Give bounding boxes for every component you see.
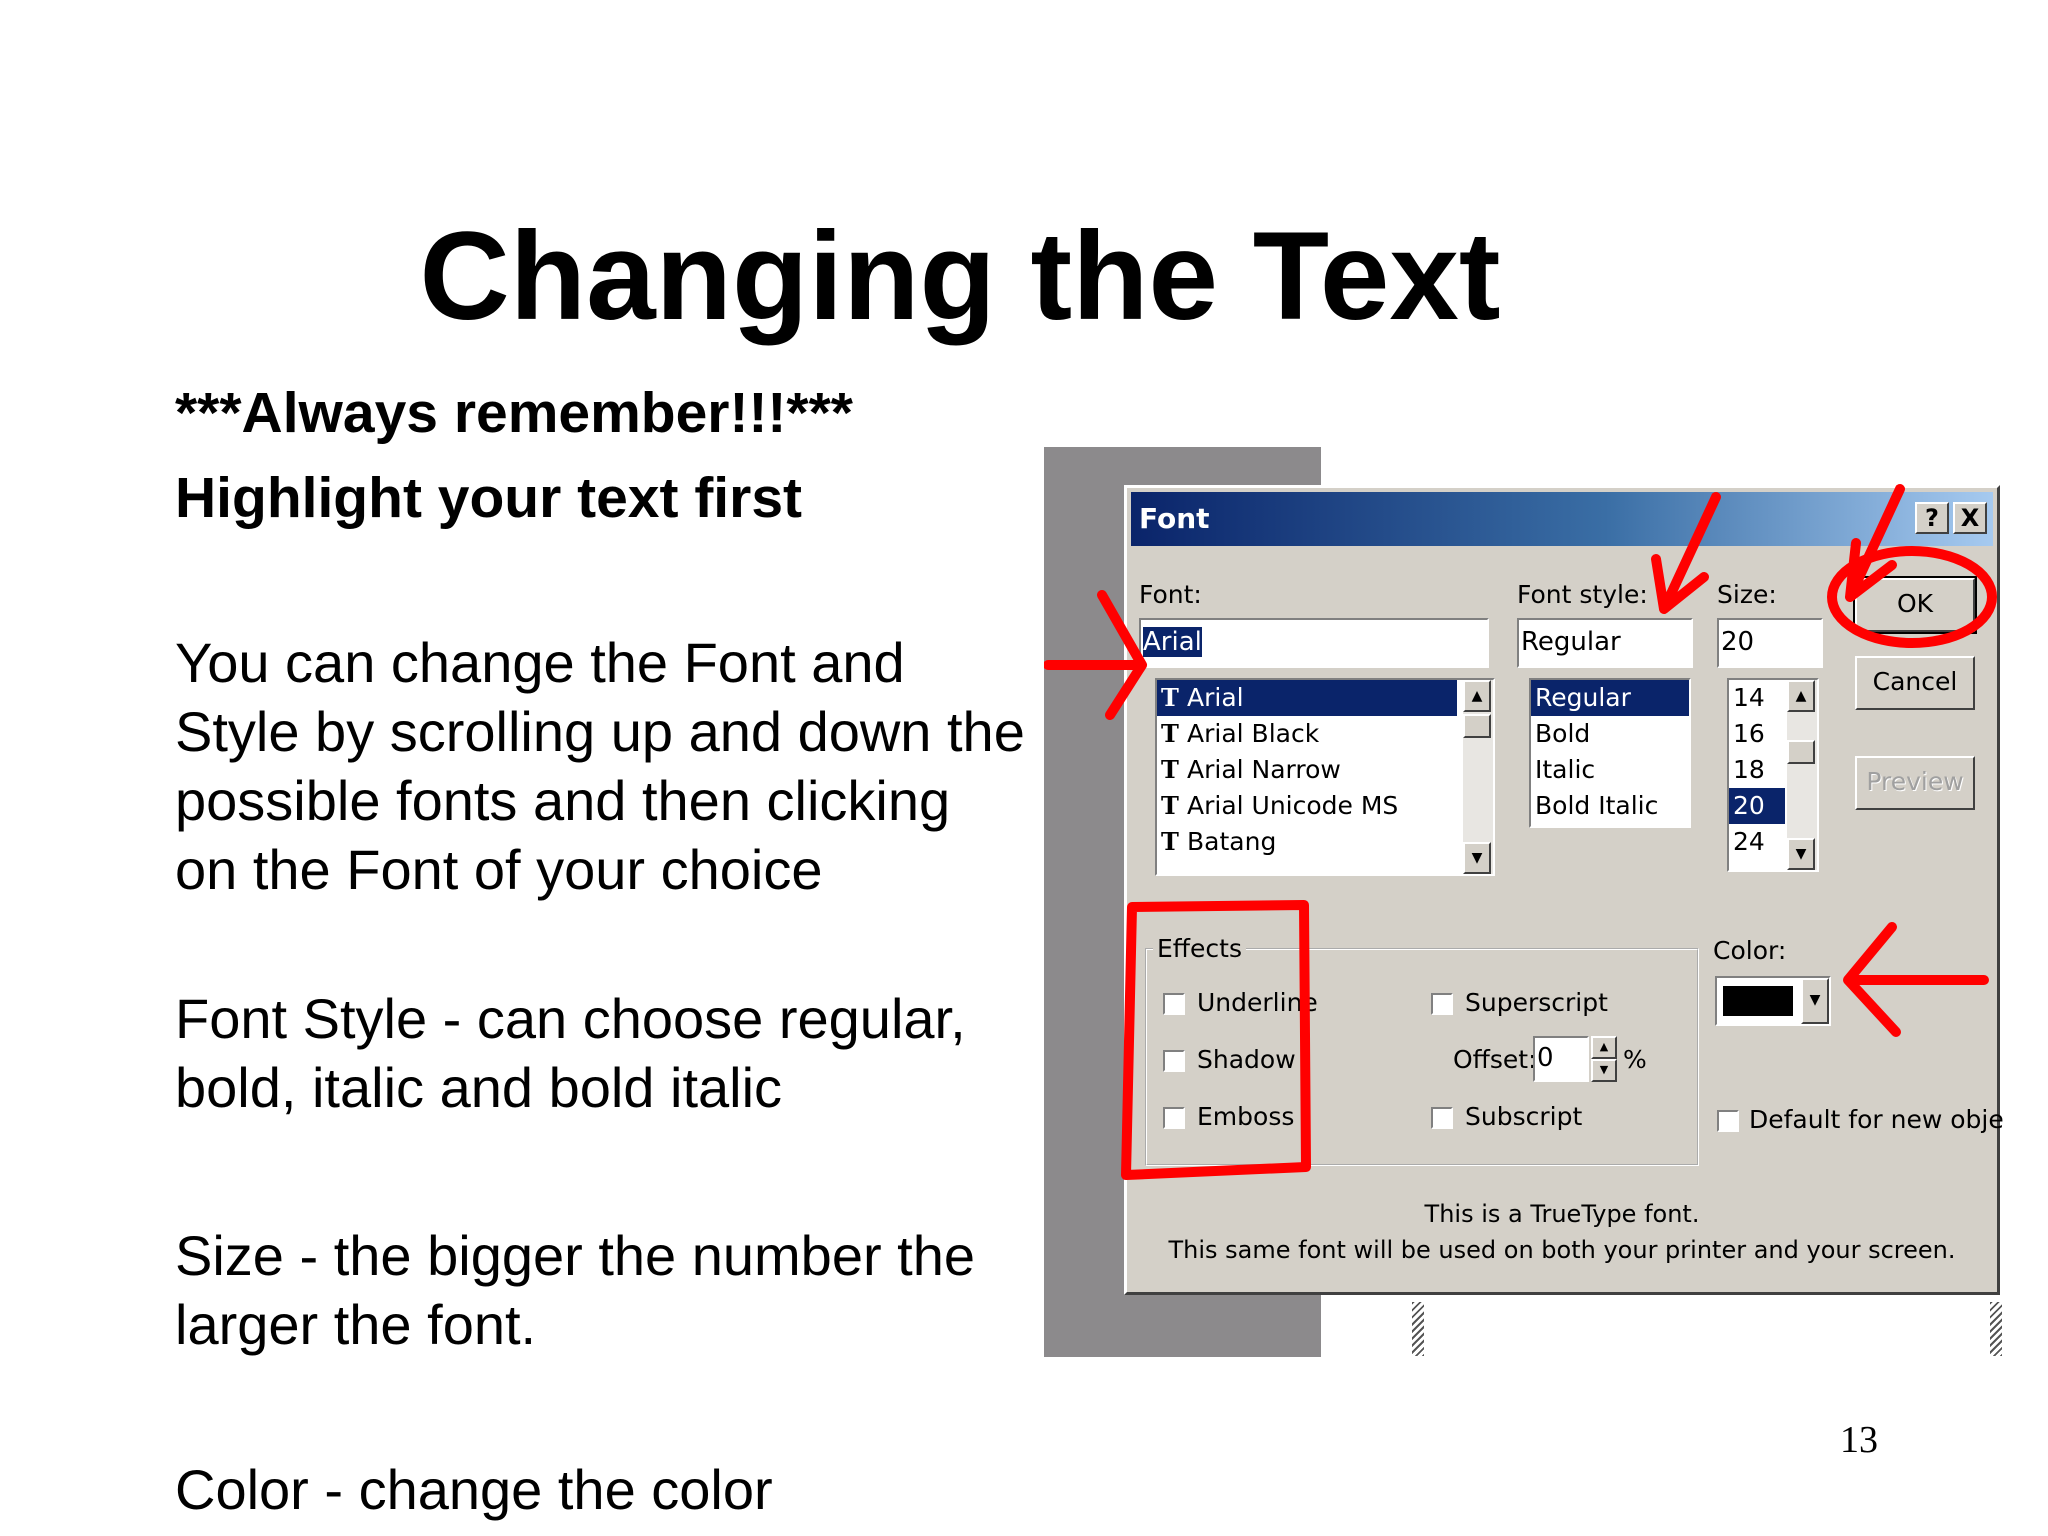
scroll-thumb[interactable]	[1463, 714, 1491, 738]
preview-button[interactable]: Preview	[1855, 756, 1975, 810]
scroll-up-icon[interactable]: ▲	[1787, 680, 1815, 712]
style-list-item[interactable]: Bold Italic	[1531, 788, 1689, 824]
font-input-value: Arial	[1143, 627, 1202, 657]
dialog-titlebar: Font ? X	[1131, 492, 1993, 546]
size-scrollbar[interactable]: ▲ ▼	[1787, 680, 1817, 870]
font-style-input[interactable]: Regular	[1517, 618, 1693, 668]
highlight-text: Highlight your text first	[175, 466, 802, 530]
spin-down-icon[interactable]: ▼	[1591, 1059, 1617, 1082]
offset-label: Offset:	[1453, 1045, 1537, 1074]
size-list-item-label: 24	[1733, 827, 1765, 856]
color-label: Color:	[1713, 936, 1787, 965]
font-list-item[interactable]: T Arial	[1157, 680, 1457, 716]
scroll-up-icon[interactable]: ▲	[1463, 680, 1491, 712]
default-objects-checkbox[interactable]	[1717, 1110, 1739, 1132]
font-list-item[interactable]: T Arial Narrow	[1157, 752, 1457, 788]
size-list-item[interactable]: 16	[1729, 716, 1785, 752]
page-number: 13	[1840, 1419, 1878, 1461]
font-list-item-label: Arial	[1187, 683, 1244, 712]
truetype-icon: T	[1161, 791, 1179, 820]
size-list-item-label: 16	[1733, 719, 1765, 748]
spin-up-icon[interactable]: ▲	[1591, 1036, 1617, 1059]
truetype-icon: T	[1161, 755, 1179, 784]
style-list-item-label: Bold	[1535, 719, 1591, 748]
color-dropdown[interactable]: ▼	[1715, 976, 1831, 1026]
underline-checkbox[interactable]	[1163, 993, 1185, 1015]
shadow-label: Shadow	[1197, 1045, 1296, 1074]
font-input[interactable]: Arial	[1139, 618, 1489, 668]
font-dialog: Font ? X Font: Arial T Arial T Arial Black T…	[1124, 485, 2004, 1295]
style-list-item-label: Italic	[1535, 755, 1596, 784]
size-list-item[interactable]: 18	[1729, 752, 1785, 788]
size-list-item[interactable]: 14	[1729, 680, 1785, 716]
font-list-item-label: Arial Narrow	[1187, 755, 1341, 784]
truetype-icon: T	[1161, 683, 1179, 712]
cancel-button[interactable]: Cancel	[1855, 656, 1975, 710]
font-list-item[interactable]: T Arial Unicode MS	[1157, 788, 1457, 824]
emboss-checkbox[interactable]	[1163, 1107, 1185, 1129]
style-paragraph: Font Style - can choose regular, bold, i…	[175, 987, 966, 1119]
default-objects-label: Default for new objects	[1749, 1105, 2004, 1134]
font-paragraph: You can change the Font and Style by scr…	[175, 631, 1025, 901]
printer-screen-info: This same font will be used on both your…	[1168, 1236, 1956, 1264]
percent-label: %	[1623, 1045, 1647, 1074]
size-list-item-label: 18	[1733, 755, 1765, 784]
scroll-down-icon[interactable]: ▼	[1463, 842, 1491, 874]
font-label: Font:	[1139, 580, 1202, 609]
font-list-item-label: Arial Unicode MS	[1187, 791, 1399, 820]
font-scrollbar[interactable]: ▲ ▼	[1463, 680, 1493, 874]
size-list-item[interactable]: 24	[1729, 824, 1785, 860]
emboss-label: Emboss	[1197, 1102, 1295, 1131]
size-paragraph: Size - the bigger the number the larger …	[175, 1224, 976, 1356]
subscript-label: Subscript	[1465, 1102, 1583, 1131]
shadow-checkbox[interactable]	[1163, 1050, 1185, 1072]
subscript-checkbox[interactable]	[1431, 1107, 1453, 1129]
resize-handle	[1990, 1302, 2002, 1356]
style-list-item-label: Regular	[1535, 683, 1631, 712]
reminder-text: ***Always remember!!!***	[175, 381, 853, 445]
color-swatch	[1723, 986, 1793, 1016]
font-list-item[interactable]: T Arial Black	[1157, 716, 1457, 752]
chevron-down-icon[interactable]: ▼	[1801, 978, 1829, 1024]
underline-label: Underline	[1197, 988, 1318, 1017]
font-listbox[interactable]: T Arial T Arial Black T Arial Narrow T Arial Un…	[1155, 678, 1495, 876]
font-list-item-label: Arial Black	[1187, 719, 1320, 748]
effects-label: Effects	[1153, 934, 1246, 963]
style-list-item[interactable]: Regular	[1531, 680, 1689, 716]
style-list-item-label: Bold Italic	[1535, 791, 1659, 820]
close-button[interactable]: X	[1953, 502, 1987, 534]
slide-title: Changing the Text	[419, 207, 1501, 346]
style-list-item[interactable]: Bold	[1531, 716, 1689, 752]
scroll-thumb[interactable]	[1787, 740, 1815, 764]
resize-handle	[1412, 1302, 1424, 1356]
size-input[interactable]: 20	[1717, 618, 1823, 668]
help-button[interactable]: ?	[1915, 502, 1949, 534]
font-list-item-label: Batang	[1187, 827, 1277, 856]
truetype-info: This is a TrueType font.	[1424, 1200, 1700, 1228]
size-listbox[interactable]: 14 16 18 20 24 ▲ ▼	[1727, 678, 1819, 872]
ok-button[interactable]: OK	[1853, 576, 1977, 634]
size-list-item-label: 14	[1733, 683, 1765, 712]
size-list-item-label: 20	[1733, 791, 1765, 820]
style-list-item[interactable]: Italic	[1531, 752, 1689, 788]
color-paragraph: Color - change the color	[175, 1458, 773, 1521]
superscript-checkbox[interactable]	[1431, 993, 1453, 1015]
font-style-label: Font style:	[1517, 580, 1648, 609]
font-dialog-screenshot: Font ? X Font: Arial T Arial T Arial Black T…	[1044, 447, 2004, 1357]
font-list-item[interactable]: T Batang	[1157, 824, 1457, 860]
dialog-title: Font	[1139, 502, 1210, 535]
superscript-label: Superscript	[1465, 988, 1608, 1017]
truetype-icon: T	[1161, 827, 1179, 856]
offset-input[interactable]: 0	[1533, 1036, 1589, 1082]
scroll-down-icon[interactable]: ▼	[1787, 838, 1815, 870]
truetype-icon: T	[1161, 719, 1179, 748]
font-style-listbox[interactable]: Regular Bold Italic Bold Italic	[1529, 678, 1691, 828]
size-list-item[interactable]: 20	[1729, 788, 1785, 824]
size-label: Size:	[1717, 580, 1777, 609]
